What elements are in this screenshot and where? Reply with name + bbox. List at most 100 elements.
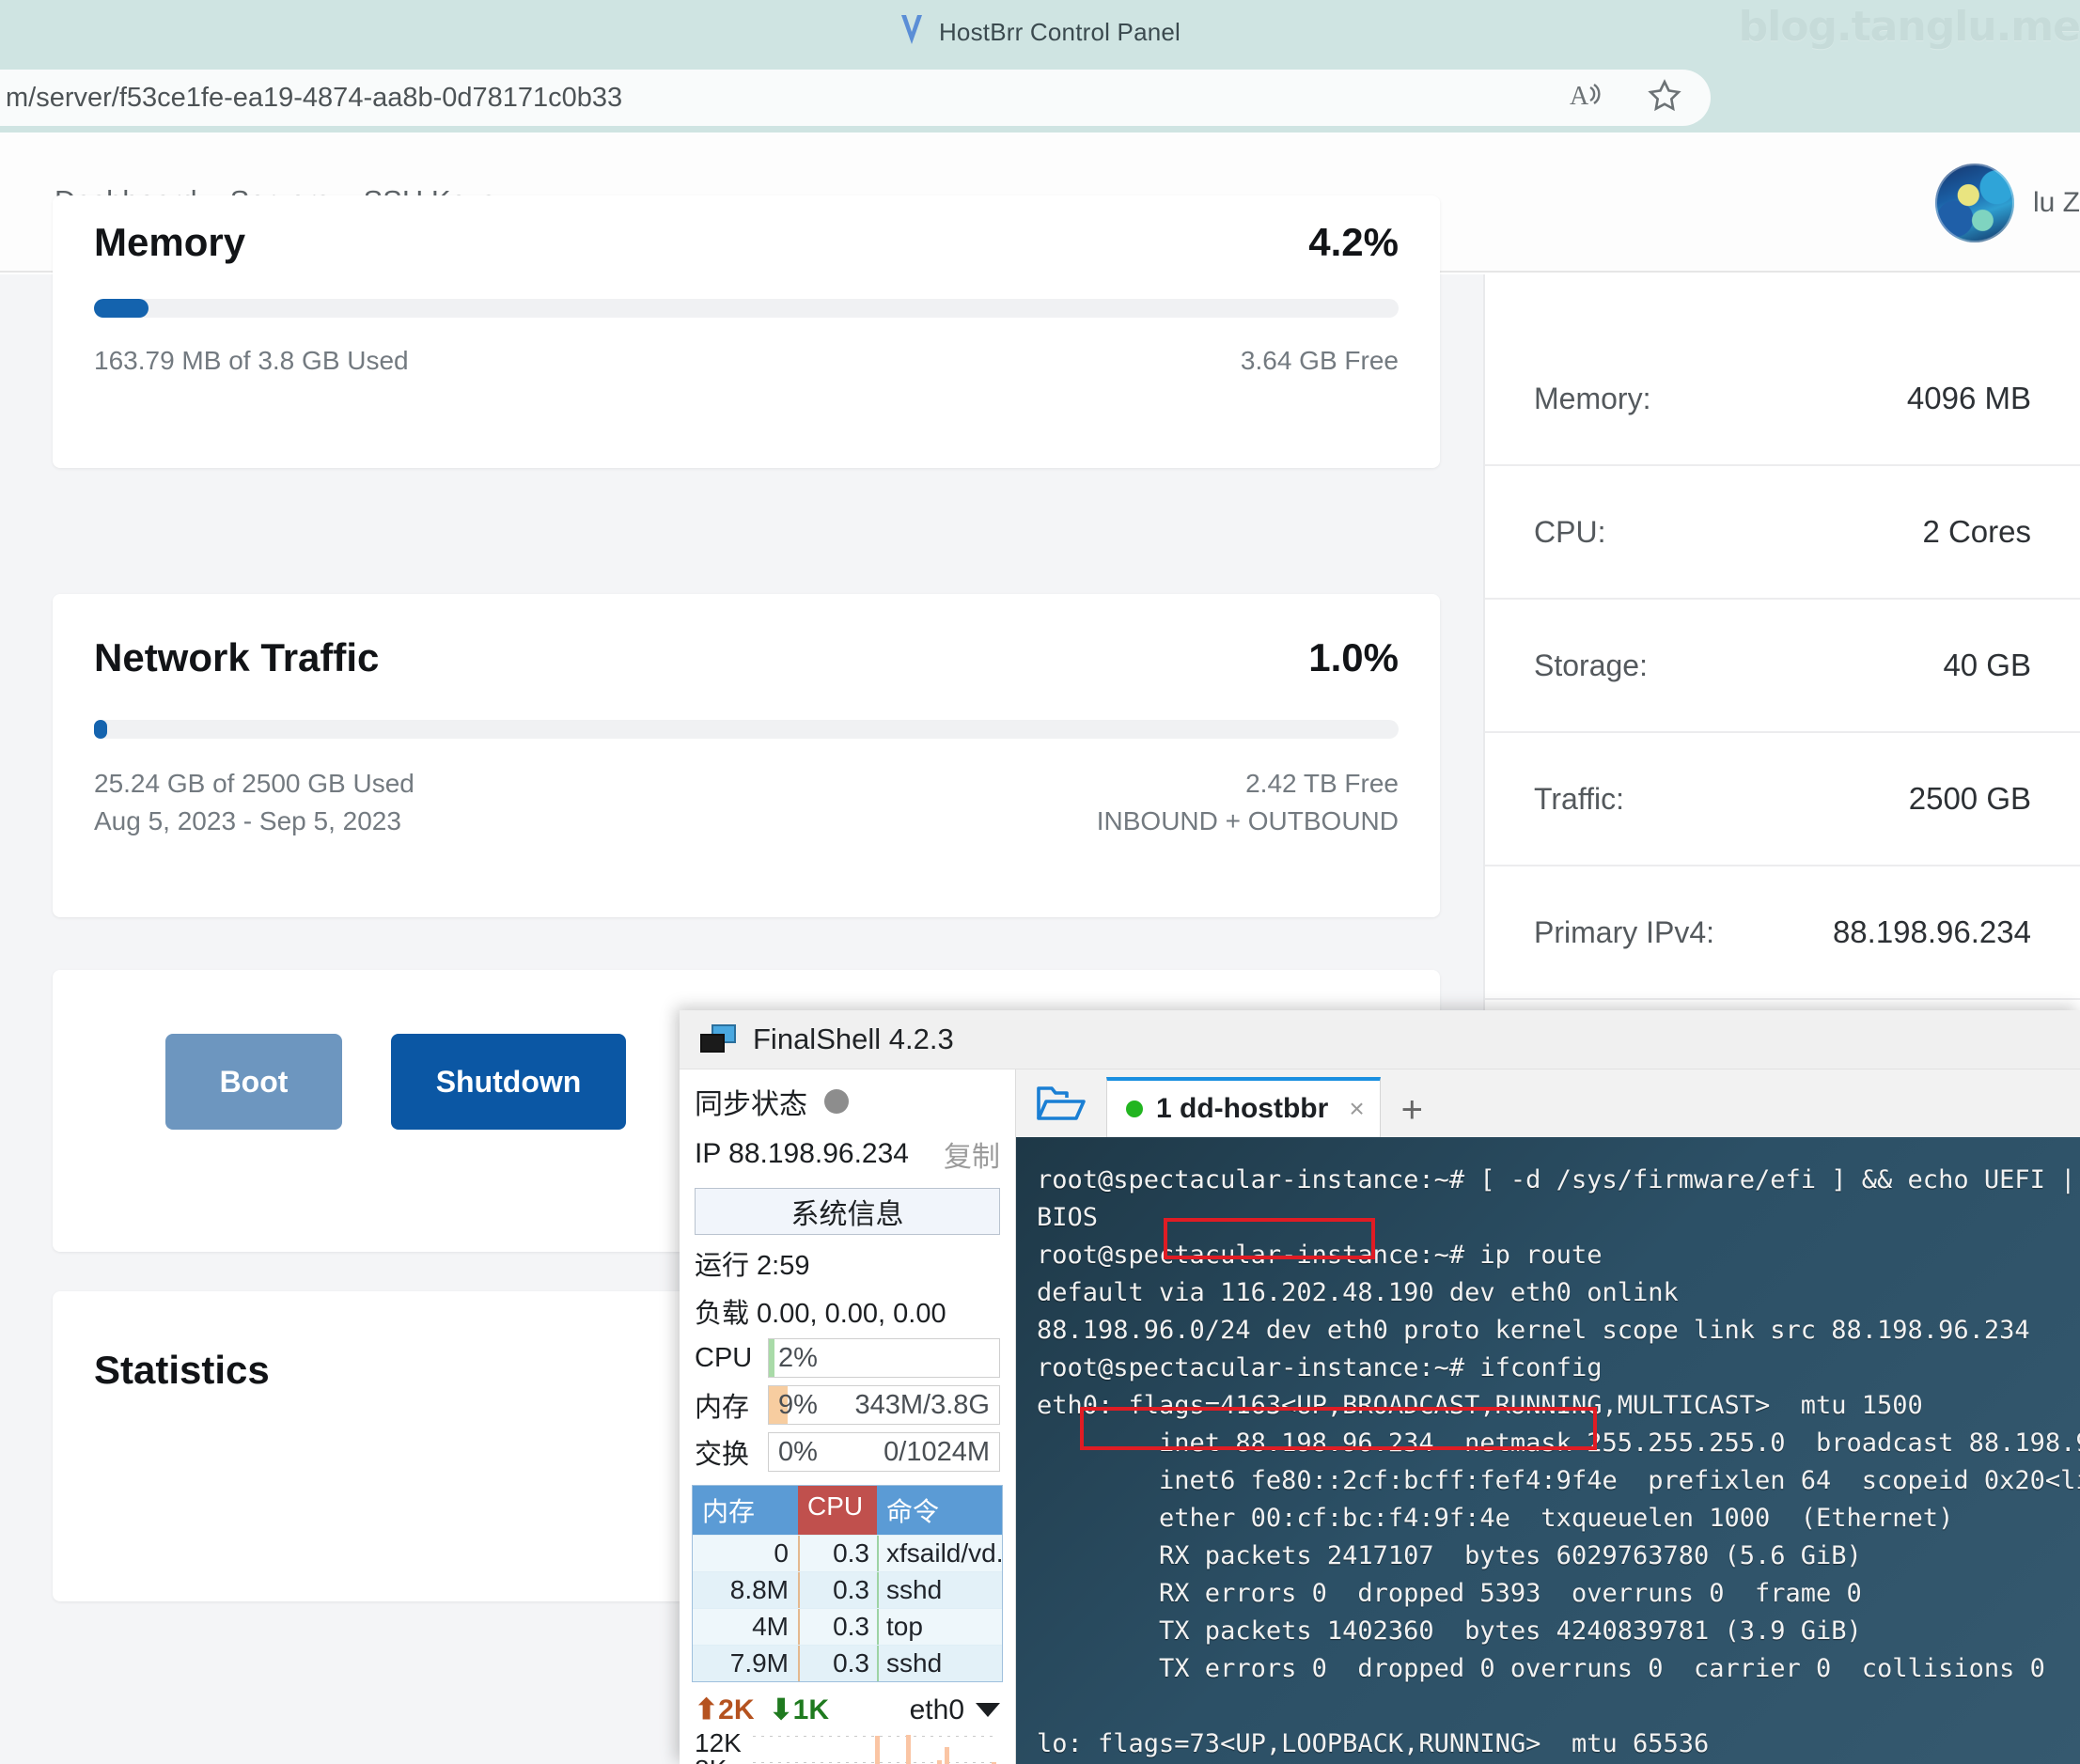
- process-command: sshd: [877, 1572, 1002, 1608]
- spec-value: 2500 GB: [1908, 781, 2031, 816]
- url-text: m/server/f53ce1fe-ea19-4874-aa8b-0d78171…: [6, 82, 623, 113]
- close-icon[interactable]: ×: [1349, 1094, 1364, 1124]
- terminal-line: TX errors 0 dropped 0 overruns 0 carrier…: [1037, 1654, 2045, 1683]
- terminal-tab-label: 1 dd-hostbbr: [1156, 1093, 1329, 1124]
- network-card-title: Network Traffic: [94, 635, 380, 679]
- process-memory: 4M: [752, 1612, 789, 1641]
- table-row[interactable]: 7.9M 0.3 sshd: [693, 1645, 1002, 1681]
- cpu-meter-percent: 2%: [778, 1342, 818, 1373]
- svg-text:A: A: [1570, 82, 1589, 111]
- process-col-cpu: CPU: [798, 1486, 877, 1535]
- process-memory: 7.9M: [729, 1648, 789, 1678]
- terminal-line: 88.198.96.0/24 dev eth0 proto kernel sco…: [1037, 1316, 2030, 1345]
- memory-meter-label: 内存: [695, 1393, 750, 1423]
- spec-key: Primary IPv4:: [1534, 914, 1715, 949]
- watermark-text: blog.tanglu.me: [1738, 3, 2080, 51]
- memory-meter-detail: 343M/3.8G: [854, 1389, 990, 1420]
- memory-percent: 4.2%: [1308, 220, 1399, 264]
- window-title-text: HostBrr Control Panel: [938, 17, 1181, 46]
- spec-key: Storage:: [1534, 648, 1648, 682]
- download-rate: ⬇1K: [769, 1694, 830, 1725]
- terminal-line: ether 00:cf:bc:f4:9f:4e txqueuelen 1000 …: [1037, 1504, 1954, 1533]
- boot-button[interactable]: Boot: [165, 1034, 342, 1130]
- swap-meter-label: 交换: [695, 1440, 750, 1470]
- interface-label: eth0: [909, 1694, 964, 1725]
- interface-selector[interactable]: eth0: [910, 1694, 1000, 1726]
- sync-status-label: 同步状态: [695, 1089, 807, 1120]
- arrow-down-icon: ⬇: [769, 1694, 793, 1725]
- network-free-label: 2.42 TB Free: [1245, 769, 1399, 798]
- new-tab-button[interactable]: +: [1381, 1089, 1444, 1137]
- chart-bar: [874, 1736, 880, 1764]
- process-cpu: 0.3: [798, 1536, 877, 1571]
- process-command: xfsaild/vd...: [877, 1536, 1002, 1571]
- terminal-line: root@spectacular-instance:~# ip route: [1037, 1241, 1603, 1270]
- finalshell-window: FinalShell 4.2.3 同步状态 IP 88.198.96.234 复…: [680, 1010, 2080, 1764]
- network-percent: 1.0%: [1308, 635, 1399, 679]
- shutdown-button[interactable]: Shutdown: [391, 1034, 626, 1130]
- spec-key: Memory:: [1534, 381, 1651, 415]
- terminal-tab[interactable]: 1 dd-hostbbr ×: [1106, 1077, 1381, 1137]
- axis-tick: 8K: [695, 1756, 749, 1764]
- table-row[interactable]: 4M 0.3 top: [693, 1608, 1002, 1645]
- network-progress-track: [94, 720, 1399, 739]
- network-direction-label: INBOUND + OUTBOUND: [1096, 805, 1399, 835]
- network-used-label: 25.24 GB of 2500 GB Used: [94, 769, 414, 798]
- sync-status-row: 同步状态: [680, 1081, 1015, 1122]
- ip-label: IP 88.198.96.234: [695, 1138, 909, 1169]
- spec-row-traffic: Traffic: 2500 GB: [1485, 733, 2080, 866]
- process-cpu: 0.3: [798, 1609, 877, 1645]
- process-table-header: 内存 CPU 命令: [693, 1486, 1002, 1535]
- chart-bar: [936, 1760, 943, 1764]
- terminal-line: BIOS: [1037, 1203, 1099, 1232]
- spec-row-memory: Memory: 4096 MB: [1485, 333, 2080, 466]
- swap-meter-percent: 0%: [778, 1436, 818, 1467]
- read-aloud-icon[interactable]: A: [1566, 76, 1605, 120]
- star-icon[interactable]: [1645, 76, 1684, 120]
- sync-status-indicator-icon: [824, 1089, 849, 1114]
- terminal-line: root@spectacular-instance:~# ifconfig: [1037, 1353, 1603, 1382]
- url-input[interactable]: m/server/f53ce1fe-ea19-4874-aa8b-0d78171…: [0, 70, 1711, 126]
- terminal-line: eth0: flags=4163<UP,BROADCAST,RUNNING,MU…: [1037, 1391, 1923, 1420]
- avatar[interactable]: [1934, 164, 2014, 242]
- swap-meter-row: 交换 0% 0/1024M: [680, 1432, 1015, 1472]
- memory-progress-track: [94, 299, 1399, 318]
- user-menu[interactable]: lu Z: [1934, 164, 2080, 242]
- swap-meter-detail: 0/1024M: [884, 1436, 990, 1467]
- ip-row: IP 88.198.96.234 复制: [680, 1133, 1015, 1175]
- finalshell-title-text: FinalShell 4.2.3: [753, 1022, 954, 1055]
- chart-bars: [874, 1730, 996, 1764]
- memory-meter-row: 内存 9% 343M/3.8G: [680, 1385, 1015, 1425]
- terminal-line: RX errors 0 dropped 5393 overruns 0 fram…: [1037, 1579, 1862, 1608]
- memory-card-title: Memory: [94, 220, 246, 264]
- username-label: lu Z: [2032, 187, 2080, 218]
- memory-progress-fill: [94, 299, 149, 318]
- cpu-meter-row: CPU 2%: [680, 1338, 1015, 1378]
- memory-meter-percent: 9%: [778, 1389, 818, 1420]
- chart-y-axis: 12K 8K 4K: [695, 1730, 749, 1764]
- connection-status-icon: [1126, 1101, 1143, 1117]
- swap-meter: 0% 0/1024M: [768, 1432, 1000, 1472]
- terminal-output[interactable]: root@spectacular-instance:~# [ -d /sys/f…: [1016, 1137, 2080, 1764]
- spec-row-primary-ipv4: Primary IPv4: 88.198.96.234: [1485, 866, 2080, 1000]
- cpu-meter-fill: [769, 1339, 775, 1377]
- table-row[interactable]: 0 0.3 xfsaild/vd...: [693, 1535, 1002, 1571]
- spec-value: 2 Cores: [1922, 514, 2031, 549]
- open-folder-icon[interactable]: [1016, 1069, 1106, 1137]
- process-command: top: [877, 1609, 1002, 1645]
- spec-value: 4096 MB: [1906, 381, 2031, 415]
- table-row[interactable]: 8.8M 0.3 sshd: [693, 1571, 1002, 1608]
- process-table[interactable]: 内存 CPU 命令 0 0.3 xfsaild/vd... 8.8M 0.3 s…: [692, 1485, 1003, 1682]
- terminal-line: inet6 fe80::2cf:bcff:fef4:9f4e prefixlen…: [1037, 1466, 2080, 1495]
- network-rate-row: ⬆2K ⬇1K eth0: [680, 1694, 1015, 1726]
- copy-ip-button[interactable]: 复制: [944, 1133, 1000, 1175]
- chevron-down-icon: [976, 1703, 1000, 1717]
- memory-card: Memory 4.2% 163.79 MB of 3.8 GB Used 3.6…: [53, 195, 1440, 468]
- terminal-line: root@spectacular-instance:~# [ -d /sys/f…: [1037, 1165, 2080, 1194]
- process-col-memory: 内存: [693, 1486, 798, 1535]
- system-info-button[interactable]: 系统信息: [695, 1188, 1000, 1235]
- process-command: sshd: [877, 1646, 1002, 1681]
- cpu-meter-label: CPU: [695, 1342, 753, 1373]
- chart-plot-area: [753, 1732, 996, 1764]
